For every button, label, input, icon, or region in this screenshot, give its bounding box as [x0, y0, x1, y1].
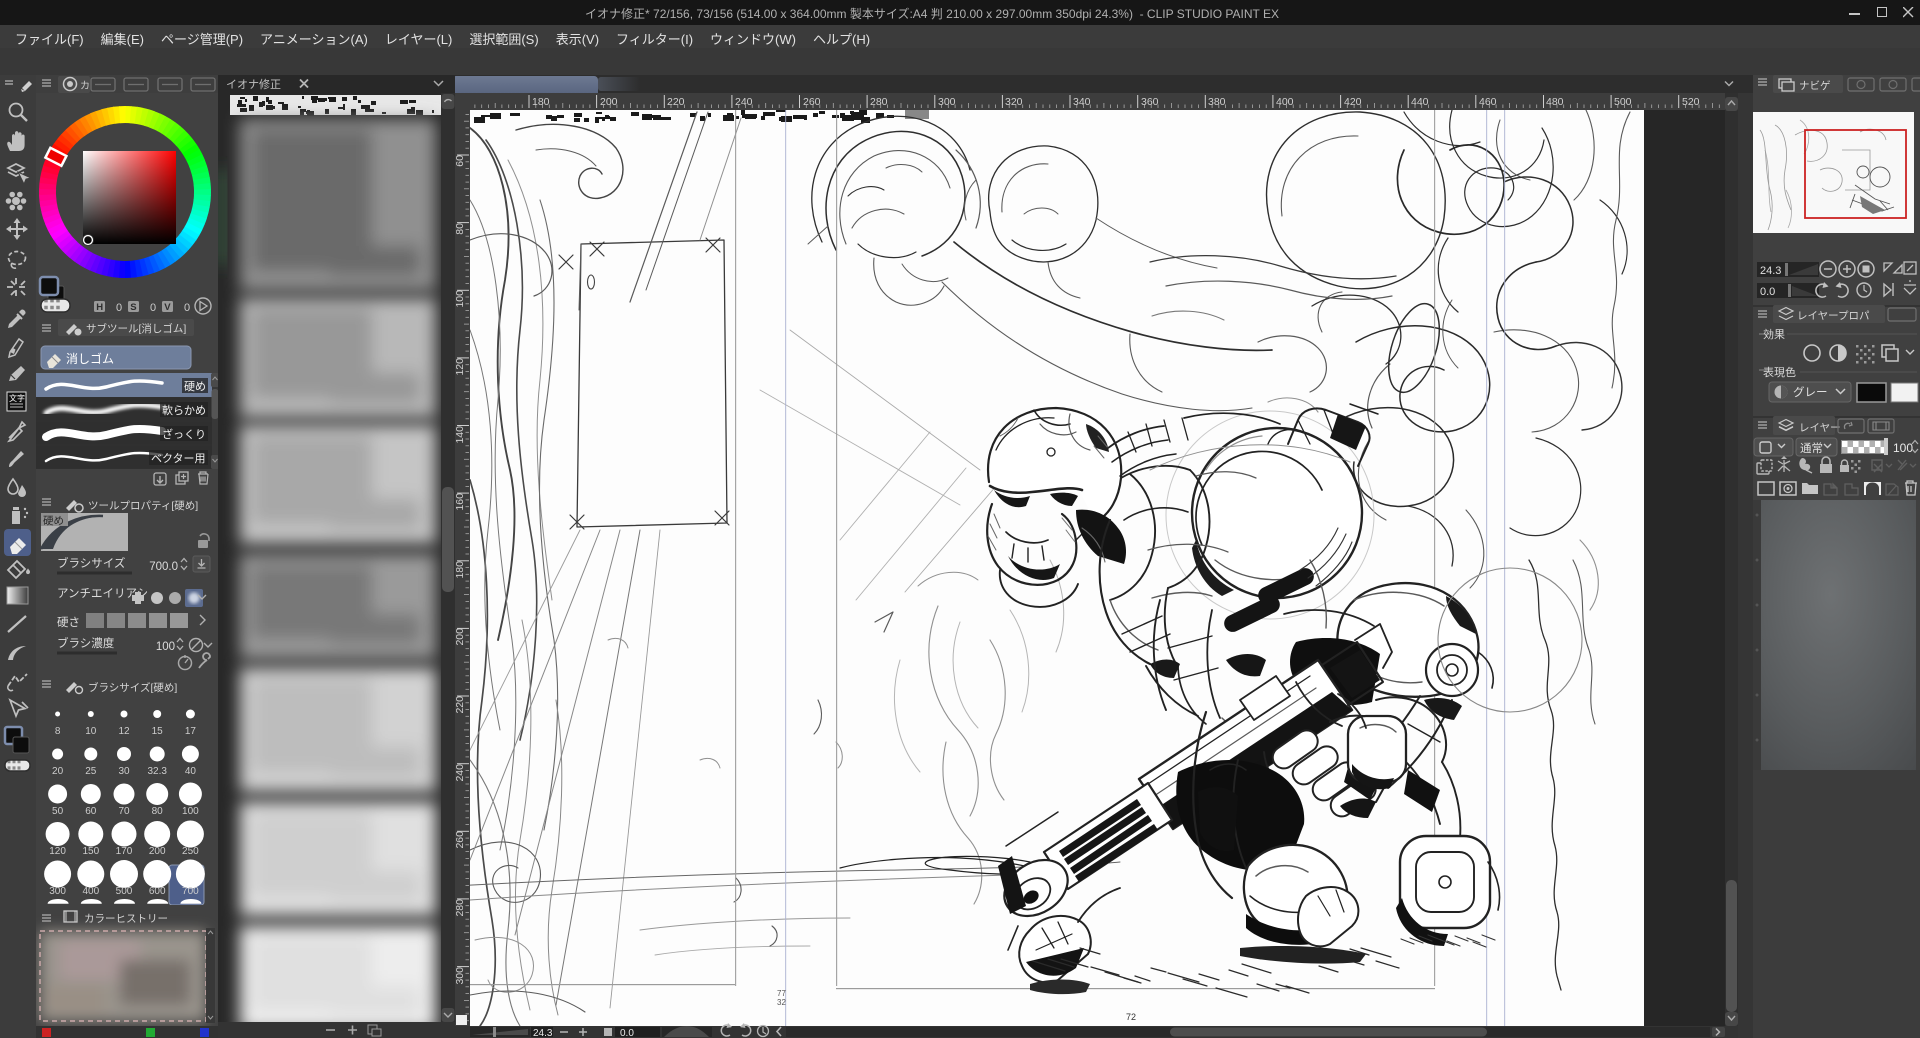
svg-text:240: 240 — [735, 96, 753, 108]
svg-text:0: 0 — [184, 302, 190, 314]
svg-text:24.3: 24.3 — [533, 1028, 553, 1038]
svg-text:ナビゲ: ナビゲ — [1799, 80, 1831, 92]
svg-text:32.3: 32.3 — [147, 766, 167, 777]
svg-text:700: 700 — [182, 886, 199, 897]
svg-text:440: 440 — [1411, 96, 1429, 108]
svg-text:100: 100 — [156, 641, 175, 653]
svg-text:300: 300 — [938, 96, 956, 108]
svg-text:500: 500 — [116, 886, 133, 897]
svg-text:700.0: 700.0 — [149, 561, 178, 573]
svg-text:100: 100 — [182, 806, 199, 817]
svg-text:32: 32 — [777, 998, 786, 1007]
svg-text:120: 120 — [455, 358, 466, 376]
svg-text:S: S — [130, 302, 136, 313]
svg-text:ブラシ濃度: ブラシ濃度 — [57, 636, 115, 650]
svg-text:180: 180 — [455, 561, 466, 579]
svg-text:360: 360 — [1141, 96, 1159, 108]
svg-text:レイヤープロパ: レイヤープロパ — [1797, 310, 1870, 322]
svg-text:ブラシサイズ[硬め]: ブラシサイズ[硬め] — [88, 681, 177, 694]
svg-text:200: 200 — [149, 846, 166, 857]
svg-text:H: H — [96, 302, 103, 313]
svg-text:220: 220 — [455, 696, 466, 714]
svg-text:380: 380 — [1208, 96, 1226, 108]
svg-text:460: 460 — [1479, 96, 1497, 108]
svg-text:15: 15 — [152, 726, 164, 737]
svg-text:硬さ: 硬さ — [57, 616, 80, 629]
svg-text:140: 140 — [455, 426, 466, 444]
svg-text:240: 240 — [455, 764, 466, 782]
svg-text:30: 30 — [118, 766, 130, 777]
svg-text:260: 260 — [455, 831, 466, 849]
svg-text:硬め: 硬め — [43, 515, 64, 527]
svg-text:100: 100 — [455, 290, 466, 308]
svg-text:0.0: 0.0 — [1760, 286, 1775, 298]
svg-text:グレー: グレー — [1793, 385, 1828, 399]
svg-text:340: 340 — [1073, 96, 1091, 108]
svg-text:480: 480 — [1546, 96, 1564, 108]
svg-text:420: 420 — [1344, 96, 1362, 108]
svg-text:0: 0 — [150, 302, 156, 314]
svg-text:180: 180 — [532, 96, 550, 108]
svg-text:0.0: 0.0 — [620, 1028, 634, 1038]
svg-text:200: 200 — [455, 628, 466, 646]
svg-text:300: 300 — [49, 886, 66, 897]
svg-text:25: 25 — [85, 766, 97, 777]
svg-text:12: 12 — [118, 726, 130, 737]
svg-text:280: 280 — [455, 899, 466, 917]
svg-text:効果: 効果 — [1763, 327, 1785, 341]
svg-text:ブラシサイズ: ブラシサイズ — [57, 556, 125, 570]
svg-text:220: 220 — [667, 96, 685, 108]
svg-text:10: 10 — [85, 726, 97, 737]
svg-text:40: 40 — [185, 766, 197, 777]
svg-text:8: 8 — [55, 726, 61, 737]
svg-text:170: 170 — [116, 846, 133, 857]
svg-text:400: 400 — [1276, 96, 1294, 108]
svg-text:520: 520 — [1682, 96, 1700, 108]
svg-text:サブツール[消しゴム]: サブツール[消しゴム] — [86, 322, 186, 335]
svg-text:ツールプロパティ[硬め]: ツールプロパティ[硬め] — [88, 500, 198, 512]
svg-text:軟らかめ: 軟らかめ — [162, 403, 206, 417]
svg-text:レイヤー: レイヤー — [1799, 422, 1841, 434]
svg-text:20: 20 — [52, 766, 64, 777]
svg-text:100: 100 — [1893, 441, 1913, 455]
svg-text:17: 17 — [185, 726, 197, 737]
svg-text:500: 500 — [1614, 96, 1632, 108]
svg-text:600: 600 — [149, 886, 166, 897]
svg-text:77: 77 — [777, 989, 786, 998]
svg-text:72: 72 — [1126, 1012, 1136, 1022]
svg-text:イオナ修正: イオナ修正 — [226, 77, 281, 91]
svg-text:表現色: 表現色 — [1763, 365, 1796, 379]
svg-text:300: 300 — [455, 967, 466, 985]
svg-text:通常: 通常 — [1800, 442, 1823, 455]
svg-text:硬め: 硬め — [184, 380, 206, 393]
svg-text:ざっくり: ざっくり — [162, 427, 206, 441]
svg-text:V: V — [164, 302, 171, 313]
svg-text:80: 80 — [152, 806, 164, 817]
svg-text:カ: カ — [80, 80, 90, 92]
svg-text:24.3: 24.3 — [1760, 265, 1781, 277]
svg-text:消しゴム: 消しゴム — [66, 351, 114, 366]
svg-text:280: 280 — [870, 96, 888, 108]
svg-text:70: 70 — [118, 806, 130, 817]
svg-text:文字: 文字 — [9, 393, 25, 403]
svg-text:400: 400 — [82, 886, 99, 897]
svg-text:120: 120 — [49, 846, 66, 857]
svg-text:260: 260 — [803, 96, 821, 108]
svg-text:160: 160 — [455, 493, 466, 511]
svg-text:ベクター用: ベクター用 — [151, 452, 206, 465]
svg-text:80: 80 — [455, 223, 466, 235]
svg-text:150: 150 — [82, 846, 99, 857]
svg-text:0: 0 — [116, 302, 122, 314]
svg-text:60: 60 — [455, 155, 466, 167]
svg-text:60: 60 — [85, 806, 97, 817]
svg-text:50: 50 — [52, 806, 64, 817]
svg-text:250: 250 — [182, 846, 199, 857]
svg-text:200: 200 — [600, 96, 618, 108]
svg-text:320: 320 — [1005, 96, 1023, 108]
svg-text:カラーヒストリー: カラーヒストリー — [84, 913, 168, 925]
